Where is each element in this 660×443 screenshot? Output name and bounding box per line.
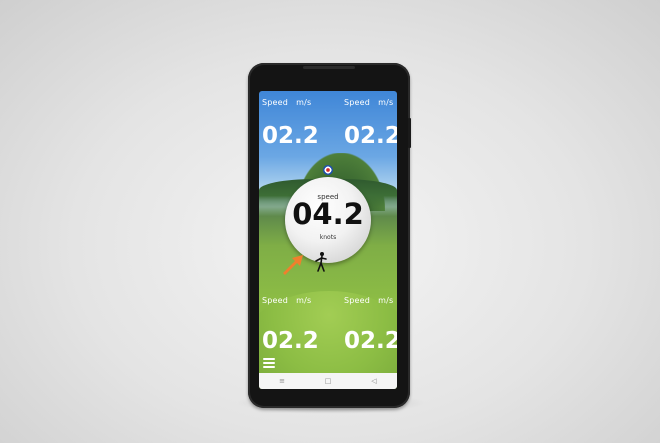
phone-side-button <box>408 118 411 148</box>
target-icon[interactable] <box>323 165 333 175</box>
metric-value: 02.2 <box>262 123 319 149</box>
gauge-value: 04.2 <box>292 197 364 231</box>
metric-unit: m/s <box>378 98 394 107</box>
system-navigation-bar: ≡ □ ◁ <box>259 373 397 389</box>
metric-label: Speed m/s <box>344 296 394 305</box>
metric-label: Speed m/s <box>262 296 312 305</box>
metric-unit: m/s <box>296 98 312 107</box>
golfer-icon <box>315 252 327 272</box>
metric-label: Speed m/s <box>262 98 312 107</box>
phone-speaker <box>303 66 355 69</box>
metric-value: 02.2 <box>344 328 397 354</box>
metric-top-left[interactable]: Speed m/s 02.2 <box>262 98 319 148</box>
back-icon[interactable]: ◁ <box>364 377 384 385</box>
recents-icon[interactable]: ≡ <box>272 377 292 385</box>
metric-bottom-right[interactable]: Speed m/s 02.2 <box>344 296 397 353</box>
metric-top-right[interactable]: Speed m/s 02.2 <box>344 98 397 148</box>
metric-value: 02.2 <box>344 123 397 149</box>
metric-unit: m/s <box>296 296 312 305</box>
metric-label: Speed m/s <box>344 98 394 107</box>
app-screen: Speed m/s 02.2 Speed m/s 02.2 Speed m/s 02.… <box>259 91 397 389</box>
arrow-icon <box>283 255 303 275</box>
metric-bottom-left[interactable]: Speed m/s 02.2 <box>262 296 319 353</box>
gauge-unit: knots <box>319 234 337 241</box>
home-icon[interactable]: □ <box>318 377 338 385</box>
metric-value: 02.2 <box>262 328 319 354</box>
menu-icon[interactable] <box>263 358 275 370</box>
metric-unit: m/s <box>378 296 394 305</box>
